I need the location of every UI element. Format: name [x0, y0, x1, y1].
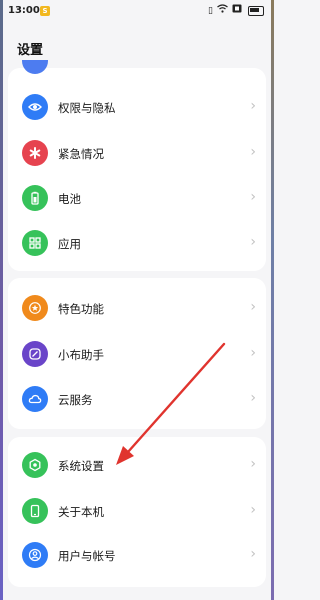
- chevron-right-icon: ›: [250, 546, 256, 562]
- chevron-right-icon: ›: [250, 98, 256, 114]
- settings-item-accounts[interactable]: 用户与帐号 ›: [8, 534, 266, 578]
- settings-item-cloud[interactable]: 云服务 ›: [8, 378, 266, 422]
- settings-item-apps[interactable]: 应用 ›: [8, 222, 266, 266]
- settings-item-assistant[interactable]: 小布助手 ›: [8, 333, 266, 377]
- page-title: 设置: [17, 43, 44, 58]
- assistant-icon: [22, 341, 48, 367]
- settings-item-label: 特色功能: [58, 302, 104, 316]
- chevron-right-icon: ›: [250, 345, 256, 361]
- chevron-right-icon: ›: [250, 144, 256, 160]
- chevron-right-icon: ›: [250, 456, 256, 472]
- user-icon: [22, 542, 48, 568]
- status-bar: 13:00 S ▯: [0, 0, 274, 24]
- settings-item-label: 系统设置: [58, 459, 104, 473]
- chevron-right-icon: ›: [250, 502, 256, 518]
- system-settings-icon: [22, 452, 48, 478]
- battery-icon: [22, 185, 48, 211]
- settings-item-label: 紧急情况: [58, 147, 104, 161]
- settings-item-label: 权限与隐私: [58, 101, 116, 115]
- cloud-icon: [22, 386, 48, 412]
- sim-icon: [232, 4, 242, 17]
- settings-item-label: 小布助手: [58, 348, 104, 362]
- vibrate-icon: ▯: [208, 5, 213, 16]
- settings-item-label: 电池: [58, 192, 81, 206]
- settings-item-system[interactable]: 系统设置 ›: [8, 444, 266, 488]
- settings-item-privacy[interactable]: 权限与隐私 ›: [8, 86, 266, 130]
- settings-item-features[interactable]: 特色功能 ›: [8, 287, 266, 331]
- apps-grid-icon: [22, 230, 48, 256]
- phone-icon: [22, 498, 48, 524]
- screen-edge-left: [0, 0, 3, 600]
- chevron-right-icon: ›: [250, 234, 256, 250]
- settings-item-about[interactable]: 关于本机 ›: [8, 490, 266, 534]
- settings-item-label: 关于本机: [58, 505, 104, 519]
- scrolled-item-icon: [22, 60, 48, 74]
- status-icons: ▯: [208, 4, 264, 17]
- status-time: 13:00: [8, 5, 40, 16]
- settings-item-label: 用户与帐号: [58, 549, 116, 563]
- emergency-asterisk-icon: [22, 140, 48, 166]
- notification-icon: S: [40, 6, 50, 16]
- chevron-right-icon: ›: [250, 299, 256, 315]
- screen-edge-right: [271, 0, 274, 600]
- battery-status-icon: [248, 5, 264, 16]
- chevron-right-icon: ›: [250, 189, 256, 205]
- settings-item-emergency[interactable]: 紧急情况 ›: [8, 132, 266, 176]
- star-icon: [22, 295, 48, 321]
- chevron-right-icon: ›: [250, 390, 256, 406]
- settings-item-battery[interactable]: 电池 ›: [8, 177, 266, 221]
- wifi-icon: [217, 4, 228, 17]
- settings-item-label: 应用: [58, 237, 81, 251]
- privacy-eye-icon: [22, 94, 48, 120]
- settings-item-label: 云服务: [58, 393, 93, 407]
